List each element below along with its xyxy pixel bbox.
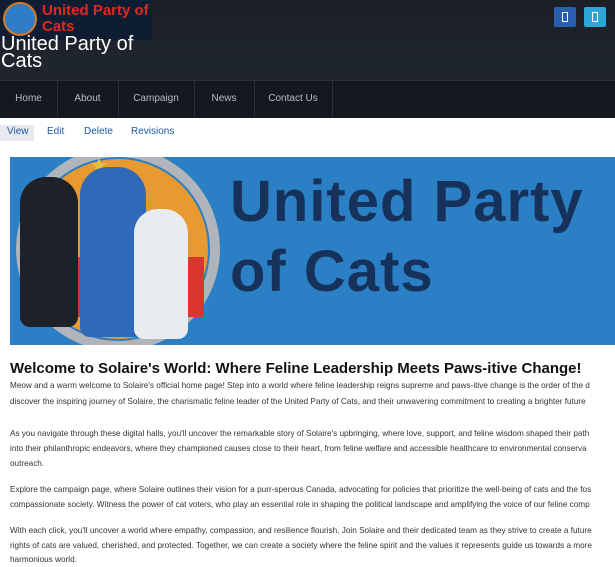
tab-delete[interactable]: Delete — [84, 125, 113, 141]
nav-item-contact[interactable]: Contact Us — [254, 81, 333, 117]
paragraph-line: Explore the campaign page, where Solaire… — [10, 485, 592, 494]
paragraph-line: discover the inspiring journey of Solair… — [10, 397, 586, 406]
nav-item-news[interactable]: News — [194, 81, 255, 117]
page-title: Welcome to Solaire's World: Where Feline… — [10, 360, 582, 377]
white-cat-illustration — [134, 209, 188, 339]
tab-revisions[interactable]: Revisions — [131, 125, 174, 141]
banner-title: United Party of Cats — [230, 169, 584, 304]
paragraph-line: into their philanthropic endeavors, wher… — [10, 444, 587, 453]
site-header: United Party of Cats United Party of Cat… — [0, 0, 615, 118]
tab-view[interactable]: View — [0, 125, 34, 141]
tab-edit[interactable]: Edit — [47, 125, 64, 141]
paragraph-line: harmonious world. — [10, 555, 77, 564]
paragraph-line: compassionate society. Witness the power… — [10, 500, 590, 509]
nav-item-about[interactable]: About — [57, 81, 119, 117]
local-tasks: View Edit Delete Revisions — [0, 125, 615, 141]
paragraph-line: outreach. — [10, 459, 45, 468]
paragraph-line: rights of cats are valued, cherished, an… — [10, 541, 592, 550]
black-cat-illustration — [20, 177, 78, 327]
nav-item-campaign[interactable]: Campaign — [118, 81, 195, 117]
main-nav: Home About Campaign News Contact Us — [0, 80, 615, 117]
paragraph-line: Meow and a warm welcome to Solaire's off… — [10, 381, 590, 390]
paragraph-line: With each click, you'll uncover a world … — [10, 526, 592, 535]
twitter-icon[interactable] — [584, 7, 606, 27]
paragraph-line: As you navigate through these digital ha… — [10, 429, 590, 438]
nav-item-home[interactable]: Home — [0, 81, 58, 117]
hero-banner: ★ United Party of Cats — [10, 157, 615, 345]
logo-text: United Party of Cats — [42, 2, 149, 35]
site-name[interactable]: United Party of Cats — [1, 34, 141, 71]
logo-cats-icon — [3, 2, 37, 36]
facebook-icon[interactable] — [554, 7, 576, 27]
